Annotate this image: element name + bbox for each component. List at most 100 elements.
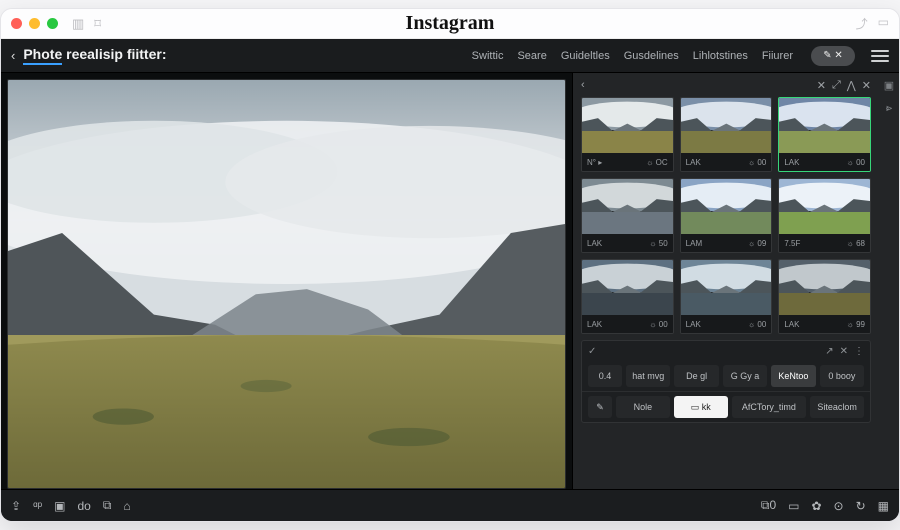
opt-chip-3[interactable]: KeNtoo	[771, 365, 815, 387]
action-chip-1[interactable]: ▭ kk	[674, 396, 728, 418]
bb-export-icon[interactable]: ⇪	[11, 499, 21, 513]
action-chip-0[interactable]: Nole	[616, 396, 670, 418]
thumb-value: 50	[649, 239, 667, 248]
filter-thumb-0[interactable]: N° ▸ OC	[581, 97, 674, 172]
bb-r2-icon[interactable]: ✿	[811, 499, 821, 513]
mac-titlebar: ▥ ⌑ Instagram ⤴ ▭	[1, 9, 899, 39]
bb-r1-icon[interactable]: ▭	[788, 499, 799, 513]
filter-thumb-8[interactable]: LAK99	[778, 259, 871, 334]
thumb-label: LAK	[784, 320, 799, 329]
thumb-label: LAK	[686, 158, 701, 167]
page-title: Phote reealisip fiitter:	[23, 46, 166, 65]
bb-ap-icon[interactable]: ᵅᵖ	[33, 499, 42, 513]
thumb-label: 7.5F	[784, 239, 800, 248]
tab-swittic[interactable]: Swittic	[472, 50, 504, 62]
options-head: ✓ ↗ ✕ ⋮	[582, 341, 870, 361]
filter-thumb-4[interactable]: LAM 09	[680, 178, 773, 253]
options-row: 0.4hat mvgDe glG Gy aKeNtoo0 booy	[582, 361, 870, 391]
side-panel: ‹ ✕ ⤢ ⋀ ✕ N° ▸ OC LAK 00	[572, 73, 899, 489]
filter-thumb-6[interactable]: LAK00	[581, 259, 674, 334]
action-edit-icon[interactable]: ✎	[588, 396, 612, 418]
panel-expand-icon[interactable]: ⤢	[832, 79, 841, 92]
opt-value[interactable]: 0.4	[588, 365, 622, 387]
sidebar-toggle-icon[interactable]: ▥	[72, 16, 84, 32]
minimize-icon[interactable]	[29, 18, 40, 29]
hamburger-icon[interactable]	[871, 50, 889, 62]
filter-thumb-3[interactable]: LAK 50	[581, 178, 674, 253]
thumb-value: 09	[748, 239, 766, 248]
thumb-label: LAK	[686, 320, 701, 329]
bb-copy-icon[interactable]: ⧉	[103, 498, 112, 513]
close-icon[interactable]	[11, 18, 22, 29]
rail-image-icon[interactable]: ▣	[884, 79, 894, 92]
share-icon[interactable]: ⤴	[856, 15, 868, 32]
opts-more-icon[interactable]: ⋮	[854, 346, 864, 357]
filter-thumb-5[interactable]: 7.5F 68	[778, 178, 871, 253]
opts-pin-icon[interactable]: ↗	[825, 346, 833, 357]
opts-x-icon[interactable]: ✕	[840, 346, 848, 357]
bb-do-icon[interactable]: do	[77, 499, 90, 513]
tab-fiiurer[interactable]: Fiiurer	[762, 50, 793, 62]
tool-pill[interactable]: ✎ ✕	[811, 46, 855, 66]
filter-thumb-2[interactable]: LAK 00	[778, 97, 871, 172]
bb-grid-icon[interactable]: ▣	[54, 499, 65, 513]
filter-thumb-1[interactable]: LAK 00	[680, 97, 773, 172]
thumb-value: 00	[748, 158, 766, 167]
tab-gusdelines[interactable]: Gusdelines	[624, 50, 679, 62]
action-row: ✎Nole▭ kkAfCTory_timdSiteaclom	[582, 391, 870, 422]
thumb-value: 00	[649, 320, 667, 329]
action-chip-2[interactable]: AfCTory_timd	[732, 396, 807, 418]
main-photo	[8, 80, 565, 488]
page-title-rest: reealisip fiitter:	[66, 46, 166, 62]
check-icon[interactable]: ✓	[588, 346, 596, 357]
panel-x-icon[interactable]: ✕	[862, 79, 871, 92]
opt-chip-1[interactable]: De gl	[674, 365, 718, 387]
bottom-toolbar: ⇪ ᵅᵖ ▣ do ⧉ ⌂ ⧉0 ▭ ✿ ⊙ ↻ ▦	[1, 489, 899, 521]
bb-home-icon[interactable]: ⌂	[123, 499, 130, 513]
zoom-icon[interactable]	[47, 18, 58, 29]
thumb-value: OC	[646, 158, 668, 167]
tab-seare[interactable]: Seare	[517, 50, 546, 62]
panel-back-icon[interactable]: ‹	[581, 79, 585, 91]
tab-lihlot[interactable]: Lihlotstines	[693, 50, 748, 62]
thumb-label: LAM	[686, 239, 702, 248]
panel-close-icon[interactable]: ✕	[817, 79, 826, 92]
titlebar-right: ⤴ ▭	[856, 15, 889, 32]
layout-icon[interactable]: ⌑	[94, 16, 101, 32]
action-chip-3[interactable]: Siteaclom	[810, 396, 864, 418]
thumb-value: 68	[847, 239, 865, 248]
canvas-area	[1, 73, 572, 489]
back-button[interactable]: ‹	[11, 48, 15, 63]
panel-chart-icon[interactable]: ⋀	[847, 79, 856, 92]
workspace: ‹ ✕ ⤢ ⋀ ✕ N° ▸ OC LAK 00	[1, 73, 899, 489]
opt-chip-2[interactable]: G Gy a	[723, 365, 767, 387]
traffic-lights	[11, 18, 58, 29]
thumb-label: LAK	[587, 239, 602, 248]
opt-chip-4[interactable]: 0 booy	[820, 365, 864, 387]
thumb-label: N° ▸	[587, 158, 602, 167]
top-toolbar: ‹ Phote reealisip fiitter: Swittic Seare…	[1, 39, 899, 73]
app-window: ▥ ⌑ Instagram ⤴ ▭ ‹ Phote reealisip fiit…	[0, 8, 900, 522]
options-block: ✓ ↗ ✕ ⋮ 0.4hat mvgDe glG Gy aKeNtoo0 boo…	[581, 340, 871, 423]
page-title-accent: Phote	[23, 46, 62, 65]
filter-grid: N° ▸ OC LAK 00 LAK 00 LAK 50 LAM 09	[573, 97, 879, 334]
thumb-value: 00	[847, 158, 865, 167]
tab-guideltles[interactable]: Guideltles	[561, 50, 610, 62]
bb-r0-icon[interactable]: ⧉0	[761, 498, 776, 513]
panel-rail: ▣ ⩺	[879, 73, 899, 489]
rail-adjust-icon[interactable]: ⩺	[886, 102, 892, 115]
brand-title: Instagram	[1, 12, 899, 35]
canvas-frame[interactable]	[7, 79, 566, 489]
panel-header: ‹ ✕ ⤢ ⋀ ✕	[573, 73, 879, 97]
bb-r5-icon[interactable]: ▦	[878, 499, 889, 513]
filter-thumb-7[interactable]: LAK 00	[680, 259, 773, 334]
bb-r4-icon[interactable]: ↻	[856, 499, 866, 513]
titlebar-nav: ▥ ⌑	[72, 16, 101, 32]
window-icon[interactable]: ▭	[878, 15, 889, 32]
thumb-value: 00	[748, 320, 766, 329]
thumb-label: LAK	[784, 158, 799, 167]
app-body: ‹ Phote reealisip fiitter: Swittic Seare…	[1, 39, 899, 521]
top-tabs: Swittic Seare Guideltles Gusdelines Lihl…	[472, 50, 793, 62]
bb-r3-icon[interactable]: ⊙	[834, 499, 844, 513]
opt-chip-0[interactable]: hat mvg	[626, 365, 670, 387]
